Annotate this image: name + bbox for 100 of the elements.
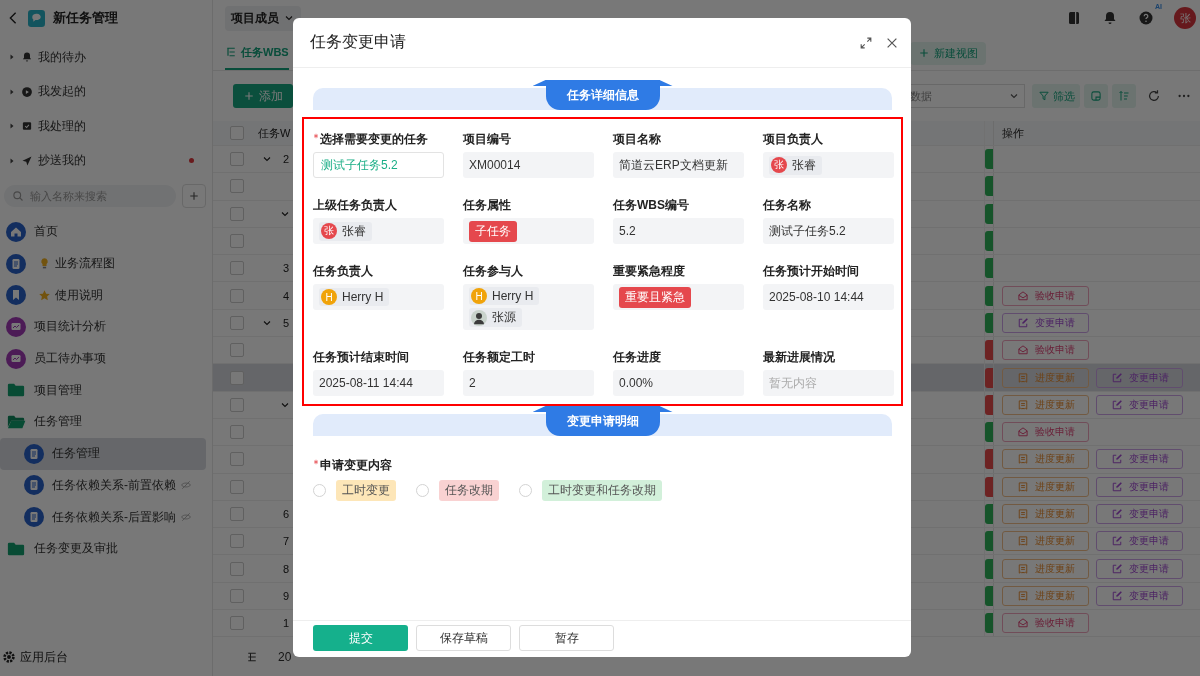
checkbox[interactable] bbox=[230, 343, 244, 358]
action-button[interactable]: 变更申请 bbox=[1096, 449, 1183, 470]
action-button[interactable]: 变更申请 bbox=[1096, 558, 1183, 579]
paper-plane-icon bbox=[21, 154, 33, 167]
checkbox[interactable] bbox=[230, 507, 244, 521]
checkbox[interactable] bbox=[230, 315, 244, 330]
action-button[interactable]: 验收申请 bbox=[1002, 340, 1089, 361]
checkbox[interactable] bbox=[230, 479, 244, 494]
nav-item[interactable]: 我的待办 bbox=[38, 48, 86, 66]
option-tag[interactable]: 工时变更 bbox=[336, 480, 396, 501]
action-button[interactable]: 验收申请 bbox=[1002, 613, 1089, 634]
edit-icon bbox=[1110, 589, 1123, 602]
receipt-icon bbox=[1016, 589, 1029, 602]
avatar-icon bbox=[471, 309, 487, 326]
action-button[interactable]: 变更申请 bbox=[1096, 394, 1183, 415]
gear-icon[interactable] bbox=[2, 650, 16, 664]
action-button[interactable]: 进度更新 bbox=[1002, 449, 1089, 470]
add-button[interactable] bbox=[182, 184, 206, 208]
filter-button[interactable]: 筛选 bbox=[1032, 84, 1080, 108]
checkbox[interactable] bbox=[230, 288, 244, 303]
action-button[interactable]: 进度更新 bbox=[1002, 585, 1089, 606]
action-button[interactable]: 进度更新 bbox=[1002, 558, 1089, 579]
action-button[interactable]: 进度更新 bbox=[1002, 476, 1089, 497]
nav-item[interactable]: 抄送我的 bbox=[38, 152, 86, 170]
action-button[interactable]: 变更申请 bbox=[1096, 585, 1183, 606]
checkbox[interactable] bbox=[230, 234, 244, 249]
menu-item[interactable]: 任务管理 bbox=[34, 413, 82, 431]
member-dropdown[interactable]: 项目成员 bbox=[225, 5, 301, 31]
menu-item[interactable]: 任务依赖关系-后置影响 bbox=[52, 508, 176, 526]
caret-icon[interactable] bbox=[8, 87, 16, 96]
notification-icon[interactable] bbox=[1102, 10, 1118, 26]
field-label: 上级任务负责人 bbox=[313, 196, 397, 214]
caret-icon[interactable] bbox=[8, 156, 16, 165]
action-button[interactable]: 验收申请 bbox=[1002, 285, 1089, 306]
menu-item[interactable]: 项目统计分析 bbox=[34, 318, 106, 336]
field-value: 测试子任务5.2 bbox=[763, 218, 894, 244]
action-button[interactable]: 变更申请 bbox=[1096, 531, 1183, 552]
note-button[interactable] bbox=[1084, 84, 1108, 108]
menu-item[interactable]: 任务依赖关系-前置依赖 bbox=[52, 476, 176, 494]
menu-item[interactable]: 首页 bbox=[34, 223, 58, 241]
option-tag[interactable]: 任务改期 bbox=[439, 480, 499, 501]
dialog-button[interactable]: 保存草稿 bbox=[416, 625, 511, 651]
list-icon[interactable] bbox=[246, 650, 258, 663]
checkbox[interactable] bbox=[230, 370, 244, 385]
action-button[interactable]: 进度更新 bbox=[1002, 504, 1089, 524]
checkbox[interactable] bbox=[230, 126, 244, 140]
menu-item[interactable]: 项目管理 bbox=[34, 381, 82, 399]
menu-item[interactable]: 业务流程图 bbox=[55, 255, 115, 273]
menu-item[interactable]: 使用说明 bbox=[55, 286, 103, 304]
plus-icon bbox=[243, 90, 255, 102]
action-button[interactable]: 变更申请 bbox=[1096, 476, 1183, 497]
field-label: 任务参与人 bbox=[463, 262, 523, 280]
action-button[interactable]: 进度更新 bbox=[1002, 367, 1089, 388]
panel-icon[interactable] bbox=[1066, 10, 1082, 26]
checkbox[interactable] bbox=[230, 616, 244, 631]
action-button[interactable]: 变更申请 bbox=[1096, 367, 1183, 388]
help-icon[interactable] bbox=[1138, 10, 1154, 26]
view-tab[interactable]: 任务WBS bbox=[225, 36, 289, 70]
menu-item[interactable]: 员工待办事项 bbox=[34, 350, 106, 368]
menu-item[interactable]: 任务变更及审批 bbox=[34, 540, 118, 558]
checkbox[interactable] bbox=[230, 561, 244, 576]
field-label: 项目负责人 bbox=[763, 130, 823, 148]
section-title: 变更申请明细 bbox=[532, 406, 673, 436]
new-view-button[interactable]: 新建视图 bbox=[910, 41, 986, 65]
action-button[interactable]: 进度更新 bbox=[1002, 531, 1089, 552]
checkbox[interactable] bbox=[230, 152, 244, 167]
checkbox[interactable] bbox=[230, 534, 244, 549]
caret-icon[interactable] bbox=[8, 122, 16, 131]
field-value: 2025-08-10 14:44 bbox=[763, 284, 894, 310]
caret-icon[interactable] bbox=[8, 53, 16, 62]
checkbox[interactable] bbox=[230, 397, 244, 412]
user-avatar[interactable]: 张 bbox=[1174, 7, 1196, 29]
action-button[interactable]: 验收申请 bbox=[1002, 422, 1089, 443]
field-label: 项目编号 bbox=[463, 130, 511, 148]
action-button[interactable]: 变更申请 bbox=[1096, 504, 1183, 524]
action-button[interactable]: 进度更新 bbox=[1002, 394, 1089, 415]
menu-item[interactable]: 任务管理 bbox=[52, 445, 100, 463]
bookmark-icon bbox=[6, 285, 26, 306]
checkbox[interactable] bbox=[230, 452, 244, 467]
avatar: H bbox=[471, 288, 487, 304]
checkbox[interactable] bbox=[230, 261, 244, 276]
expand-icon[interactable] bbox=[859, 35, 873, 50]
checkbox[interactable] bbox=[230, 206, 244, 221]
admin-link[interactable]: 应用后台 bbox=[20, 648, 68, 666]
action-button[interactable]: 变更申请 bbox=[1002, 312, 1089, 333]
dialog-button[interactable]: 暂存 bbox=[519, 625, 614, 651]
refresh-icon[interactable] bbox=[1147, 89, 1161, 103]
field-value: 0.00% bbox=[613, 370, 744, 396]
page-size[interactable]: 20 bbox=[278, 649, 292, 664]
checkbox[interactable] bbox=[230, 179, 244, 194]
nav-item[interactable]: 我处理的 bbox=[38, 117, 86, 135]
option-tag[interactable]: 工时变更和任务改期 bbox=[542, 480, 662, 501]
menu-item-highlight[interactable]: 任务管理 bbox=[0, 437, 206, 470]
sort-button[interactable] bbox=[1112, 84, 1136, 108]
task-select[interactable]: 测试子任务5.2 bbox=[313, 152, 444, 178]
checkbox[interactable] bbox=[230, 425, 244, 440]
nav-item[interactable]: 我发起的 bbox=[38, 83, 86, 101]
checkbox[interactable] bbox=[230, 588, 244, 603]
submit-button[interactable]: 提交 bbox=[313, 625, 408, 651]
add-button[interactable]: 添加 bbox=[233, 84, 293, 108]
